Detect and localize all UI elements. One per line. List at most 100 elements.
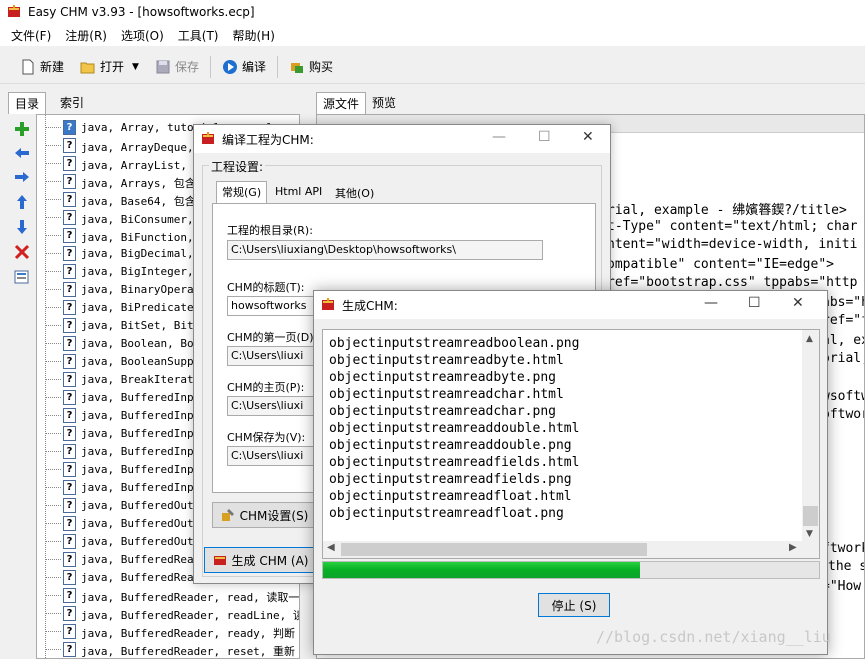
tree-connector bbox=[45, 469, 61, 470]
tree-connector bbox=[45, 181, 61, 182]
scroll-thumb[interactable] bbox=[803, 506, 818, 526]
tree-connector bbox=[45, 451, 61, 452]
editor-line: rial, example - 绋嬪簭鍥?/title> bbox=[607, 203, 847, 218]
tree-connector bbox=[45, 523, 61, 524]
buy-button[interactable]: 购买 bbox=[281, 54, 341, 80]
tree-item-label: java, BufferedOutpu bbox=[81, 535, 207, 548]
play-icon bbox=[222, 59, 237, 74]
arrow-left-icon[interactable] bbox=[13, 144, 31, 162]
tree-item-label: java, BufferedInput bbox=[81, 391, 207, 404]
menu-tools[interactable]: 工具(T) bbox=[171, 27, 226, 44]
tree-item[interactable]: ? java, BufferedReader, read, 读取一 bbox=[37, 587, 299, 605]
buy-button-label: 购买 bbox=[308, 60, 333, 74]
horizontal-scrollbar[interactable]: ◀ ▶ bbox=[323, 541, 819, 558]
root-dir-field[interactable]: C:\Users\liuxiang\Desktop\howsoftworks\ bbox=[227, 240, 543, 260]
log-line: objectinputstreamreadchar.html bbox=[329, 387, 564, 402]
help-page-icon: ? bbox=[63, 264, 76, 279]
tree-toolbar bbox=[8, 114, 36, 659]
compile-button[interactable]: 编译 bbox=[214, 54, 274, 80]
editor-line: ref="f bbox=[822, 313, 865, 328]
compile-button-label: 编译 bbox=[241, 60, 266, 74]
generate-chm-button[interactable]: 生成 CHM (A) bbox=[204, 547, 316, 573]
help-page-icon: ? bbox=[63, 282, 76, 297]
generate-chm-label: 生成 CHM (A) bbox=[231, 553, 309, 568]
save-button[interactable]: 保存 bbox=[147, 54, 207, 80]
tree-item[interactable]: ? java, BufferedReader, reset, 重新 bbox=[37, 641, 299, 658]
help-page-icon: ? bbox=[63, 552, 76, 567]
help-page-icon: ? bbox=[63, 120, 76, 135]
maximize-icon[interactable]: ☐ bbox=[748, 295, 761, 311]
help-page-icon: ? bbox=[63, 354, 76, 369]
menu-help[interactable]: 帮助(H) bbox=[226, 27, 282, 44]
app-book-icon bbox=[322, 298, 334, 310]
log-line: objectinputstreamreadchar.png bbox=[329, 404, 556, 419]
tree-connector bbox=[45, 505, 61, 506]
scroll-left-icon[interactable]: ◀ bbox=[327, 542, 335, 553]
generate-dialog-titlebar: 生成CHM: — ☐ ✕ bbox=[314, 291, 827, 319]
help-page-icon: ? bbox=[63, 516, 76, 531]
tab-html-api[interactable]: Html API bbox=[270, 183, 327, 203]
scroll-right-icon[interactable]: ▶ bbox=[789, 542, 797, 553]
chm-settings-button[interactable]: CHM设置(S) bbox=[212, 502, 316, 528]
tab-contents[interactable]: 目录 bbox=[8, 92, 47, 114]
tree-item-label: java, BufferedReader, readLine, 读 bbox=[81, 609, 300, 622]
help-page-icon: ? bbox=[63, 624, 76, 639]
minimize-icon[interactable]: — bbox=[492, 129, 506, 145]
chm-title-label: CHM的标题(T): bbox=[227, 281, 305, 294]
delete-icon[interactable] bbox=[13, 243, 31, 261]
tree-connector bbox=[45, 487, 61, 488]
tree-connector bbox=[45, 613, 61, 614]
tab-preview[interactable]: 预览 bbox=[366, 92, 402, 114]
close-icon[interactable]: ✕ bbox=[582, 129, 594, 145]
toolbar-separator bbox=[276, 55, 278, 78]
arrow-up-icon[interactable] bbox=[13, 193, 31, 211]
stop-button[interactable]: 停止 (S) bbox=[538, 593, 610, 617]
help-page-icon: ? bbox=[63, 462, 76, 477]
scroll-up-icon[interactable]: ▲ bbox=[806, 334, 813, 344]
tab-index[interactable]: 索引 bbox=[54, 92, 90, 114]
tree-connector bbox=[45, 631, 61, 632]
help-page-icon: ? bbox=[63, 606, 76, 621]
log-line: objectinputstreamreadfields.png bbox=[329, 472, 572, 487]
maximize-icon[interactable]: ☐ bbox=[538, 129, 551, 145]
vertical-scrollbar[interactable]: ▲ ▼ bbox=[802, 330, 819, 542]
close-icon[interactable]: ✕ bbox=[792, 295, 804, 311]
tab-other[interactable]: 其他(O) bbox=[330, 183, 379, 203]
save-as-label: CHM保存为(V): bbox=[227, 431, 306, 444]
first-page-label: CHM的第一页(D) bbox=[227, 331, 314, 344]
hscroll-thumb[interactable] bbox=[341, 543, 647, 556]
tree-item-label: java, BiFunction, 表 bbox=[81, 231, 212, 244]
open-button[interactable]: 打开 ▼ bbox=[72, 54, 147, 80]
tree-item[interactable]: ? java, BufferedReader, readLine, 读 bbox=[37, 605, 300, 623]
compile-dialog-titlebar: 编译工程为CHM: — ☐ ✕ bbox=[194, 125, 610, 153]
log-line: objectinputstreamreadfloat.png bbox=[329, 506, 564, 521]
properties-icon[interactable] bbox=[13, 268, 31, 286]
tree-item-label: java, Base64, 包含仓 bbox=[81, 195, 207, 208]
help-page-icon: ? bbox=[63, 444, 76, 459]
menu-file[interactable]: 文件(F) bbox=[4, 27, 58, 44]
add-icon[interactable] bbox=[13, 120, 31, 138]
minimize-icon[interactable]: — bbox=[704, 295, 718, 311]
tree-item-label: java, BitSet, BitSe bbox=[81, 319, 207, 332]
tab-source[interactable]: 源文件 bbox=[316, 92, 367, 114]
generate-dialog-title: 生成CHM: bbox=[342, 298, 398, 313]
tree-item[interactable]: ? java, BufferedReader, ready, 判断 bbox=[37, 623, 299, 641]
window-title: Easy CHM v3.93 - [howsoftworks.ecp] bbox=[28, 5, 255, 19]
tree-connector bbox=[45, 145, 61, 146]
save-button-label: 保存 bbox=[174, 60, 199, 74]
tree-item-label: java, BufferedInput bbox=[81, 409, 207, 422]
chevron-down-icon[interactable]: ▼ bbox=[132, 62, 139, 72]
tree-connector bbox=[45, 163, 61, 164]
editor-line: ref="bootstrap.css" tppabs="http bbox=[607, 275, 858, 290]
arrow-right-icon[interactable] bbox=[13, 168, 31, 186]
project-settings-label: 工程设置: bbox=[209, 158, 266, 175]
generate-log[interactable]: objectinputstreamreadboolean.png objectin… bbox=[322, 329, 820, 559]
new-button[interactable]: 新建 bbox=[12, 54, 72, 80]
menu-register[interactable]: 注册(R) bbox=[58, 27, 114, 44]
menu-options[interactable]: 选项(O) bbox=[114, 27, 171, 44]
help-page-icon: ? bbox=[63, 642, 76, 657]
arrow-down-icon[interactable] bbox=[13, 218, 31, 236]
tree-item-label: java, BinaryOperato bbox=[81, 283, 207, 296]
tab-general[interactable]: 常规(G) bbox=[216, 181, 268, 203]
scroll-down-icon[interactable]: ▼ bbox=[806, 529, 813, 539]
